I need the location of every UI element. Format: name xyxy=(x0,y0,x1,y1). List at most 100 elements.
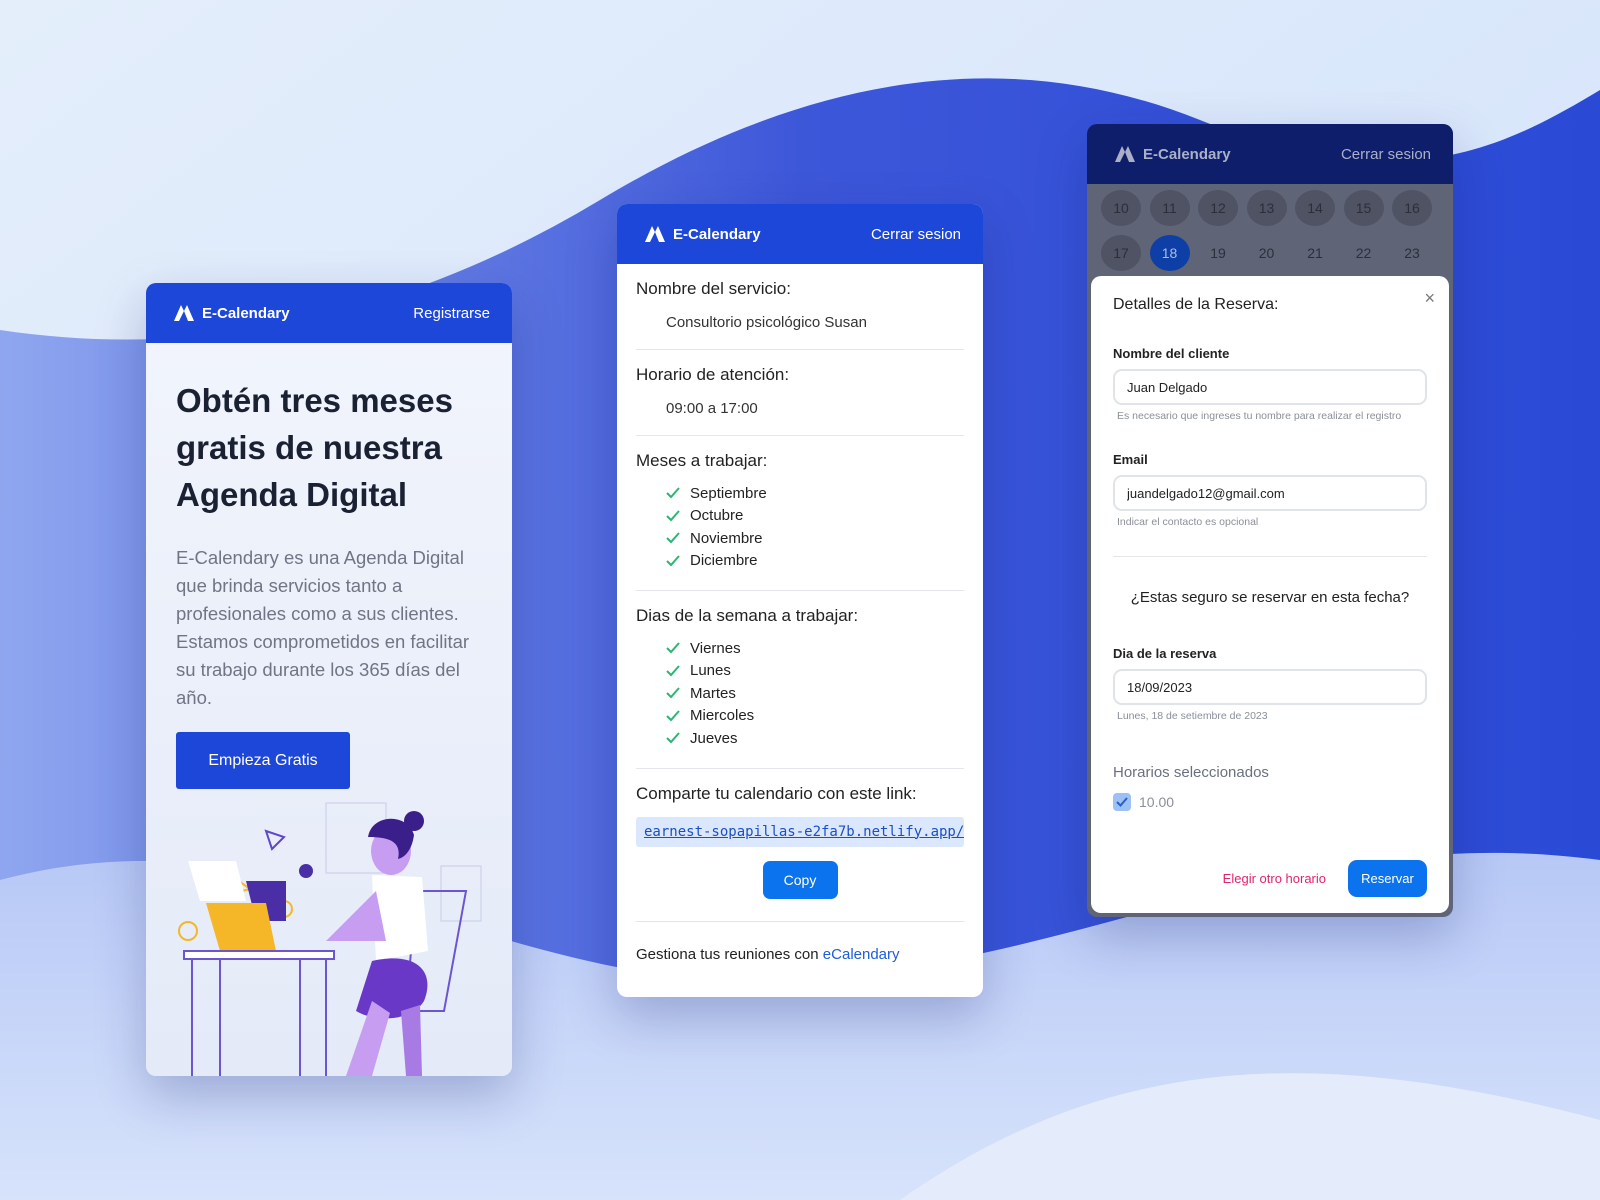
share-label: Comparte tu calendario con este link: xyxy=(636,783,917,803)
calendar-day[interactable]: 21 xyxy=(1295,235,1335,271)
calendar-day[interactable]: 22 xyxy=(1344,235,1384,271)
list-item: Octubre xyxy=(666,505,964,528)
months-label: Meses a trabajar: xyxy=(636,451,768,470)
woman-at-laptop-illustration xyxy=(178,802,482,1076)
calendar-day[interactable]: 11 xyxy=(1149,190,1190,226)
months-section: Meses a trabajar: Septiembre Octubre Nov… xyxy=(636,436,964,591)
landing-phone: E-Calendary Registrarse Obtén tres meses… xyxy=(146,283,512,1076)
slot-row[interactable]: 10.00 xyxy=(1113,793,1427,811)
weekday-label: Miercoles xyxy=(690,707,755,725)
hours-section: Horario de atención: 09:00 a 17:00 xyxy=(636,350,964,436)
weekday-label: Viernes xyxy=(690,639,741,657)
brand-name: E-Calendary xyxy=(1143,145,1231,163)
list-item: Septiembre xyxy=(666,482,964,505)
brand[interactable]: E-Calendary xyxy=(645,226,761,243)
weekday-label: Martes xyxy=(690,684,736,702)
service-label: Nombre del servicio: xyxy=(636,279,791,298)
ecalendary-link[interactable]: eCalendary xyxy=(823,946,900,963)
check-icon xyxy=(1116,797,1128,807)
client-name-help: Es necesario que ingreses tu nombre para… xyxy=(1117,410,1402,422)
list-item: Martes xyxy=(666,682,964,705)
weekdays-section: Dias de la semana a trabajar: Viernes Lu… xyxy=(636,591,964,769)
client-name-label: Nombre del cliente xyxy=(1113,346,1230,361)
brand[interactable]: E-Calendary xyxy=(174,305,290,322)
modal-title: Detalles de la Reserva: xyxy=(1113,296,1279,313)
calendar-day[interactable]: 14 xyxy=(1295,190,1335,226)
logo-icon xyxy=(645,226,665,242)
logo-icon xyxy=(174,305,194,321)
modal-actions: Elegir otro horario Reservar xyxy=(1223,860,1427,897)
list-item: Jueves xyxy=(666,727,964,750)
hero-headline: Obtén tres meses gratis de nuestra Agend… xyxy=(176,382,453,513)
email-help: Indicar el contacto es opcional xyxy=(1117,516,1259,528)
summary-body: Nombre del servicio: Consultorio psicoló… xyxy=(617,264,983,963)
hours-value: 09:00 a 17:00 xyxy=(666,400,758,417)
calendar-day[interactable]: 13 xyxy=(1246,190,1287,226)
email-label: Email xyxy=(1113,452,1148,467)
calendar-day[interactable]: 20 xyxy=(1247,235,1287,271)
brand-name: E-Calendary xyxy=(202,304,290,322)
check-icon xyxy=(666,687,680,699)
calendar-day[interactable]: 15 xyxy=(1343,190,1384,226)
check-icon xyxy=(666,510,680,522)
email-input[interactable] xyxy=(1113,475,1427,511)
hours-label: Horario de atención: xyxy=(636,365,790,384)
date-label: Dia de la reserva xyxy=(1113,646,1217,661)
check-icon xyxy=(666,642,680,654)
hero-description: E-Calendary es una Agenda Digital que br… xyxy=(176,547,470,708)
list-item: Noviembre xyxy=(666,527,964,550)
date-input[interactable] xyxy=(1113,669,1427,705)
service-value: Consultorio psicológico Susan xyxy=(666,314,867,331)
logout-link[interactable]: Cerrar sesion xyxy=(871,226,961,243)
brand[interactable]: E-Calendary xyxy=(1115,146,1231,163)
check-icon xyxy=(666,710,680,722)
selected-slots-label: Horarios seleccionados xyxy=(1113,764,1269,781)
service-section: Nombre del servicio: Consultorio psicoló… xyxy=(636,264,964,350)
date-help: Lunes, 18 de setiembre de 2023 xyxy=(1117,710,1268,722)
booking-modal: × Detalles de la Reserva: Nombre del cli… xyxy=(1091,276,1449,913)
weekday-label: Jueves xyxy=(690,729,738,747)
copy-button[interactable]: Copy xyxy=(762,860,838,899)
register-link[interactable]: Registrarse xyxy=(413,305,490,322)
slot-label: 10.00 xyxy=(1139,794,1175,810)
month-label: Octubre xyxy=(690,507,744,525)
checkbox-checked[interactable] xyxy=(1113,793,1131,811)
client-name-input[interactable] xyxy=(1113,369,1427,405)
summary-phone: E-Calendary Cerrar sesion Nombre del ser… xyxy=(617,204,983,997)
weekdays-list: Viernes Lunes Martes Miercoles Jueves xyxy=(636,627,964,750)
summary-header: E-Calendary Cerrar sesion xyxy=(617,204,983,264)
list-item: Lunes xyxy=(666,660,964,683)
calendar-day[interactable]: 12 xyxy=(1198,190,1238,226)
booking-header: E-Calendary Cerrar sesion xyxy=(1087,124,1453,184)
month-label: Noviembre xyxy=(690,529,763,547)
calendar-day[interactable]: 17 xyxy=(1101,234,1141,271)
check-icon xyxy=(666,532,680,544)
month-label: Septiembre xyxy=(690,484,767,502)
check-icon xyxy=(666,665,680,677)
reserve-button[interactable]: Reservar xyxy=(1348,860,1427,897)
share-section: Comparte tu calendario con este link: ea… xyxy=(636,769,964,922)
months-list: Septiembre Octubre Noviembre Diciembre xyxy=(636,472,964,572)
calendar-day-selected[interactable]: 18 xyxy=(1149,234,1190,271)
share-link[interactable]: earnest-sopapillas-e2fa7b.netlify.app/c xyxy=(636,816,964,847)
divider xyxy=(1113,556,1427,557)
weekday-label: Lunes xyxy=(690,662,731,680)
landing-header: E-Calendary Registrarse xyxy=(146,283,512,343)
check-icon xyxy=(666,487,680,499)
check-icon xyxy=(666,732,680,744)
list-item: Diciembre xyxy=(666,550,964,573)
calendar-day[interactable]: 23 xyxy=(1392,235,1432,271)
month-label: Diciembre xyxy=(690,552,758,570)
list-item: Viernes xyxy=(666,637,964,660)
calendar-day[interactable]: 10 xyxy=(1101,190,1141,226)
calendar-day[interactable]: 19 xyxy=(1198,235,1238,271)
check-icon xyxy=(666,555,680,567)
list-item: Miercoles xyxy=(666,705,964,728)
calendar-grid: 10 11 12 13 14 15 16 17 18 19 20 21 22 2… xyxy=(1087,184,1453,271)
logout-link[interactable]: Cerrar sesion xyxy=(1341,146,1431,163)
close-icon[interactable]: × xyxy=(1424,288,1435,309)
calendar-day[interactable]: 16 xyxy=(1392,190,1432,226)
start-free-button[interactable]: Empieza Gratis xyxy=(176,732,350,789)
brand-name: E-Calendary xyxy=(673,225,761,243)
choose-other-time-button[interactable]: Elegir otro horario xyxy=(1223,871,1326,886)
